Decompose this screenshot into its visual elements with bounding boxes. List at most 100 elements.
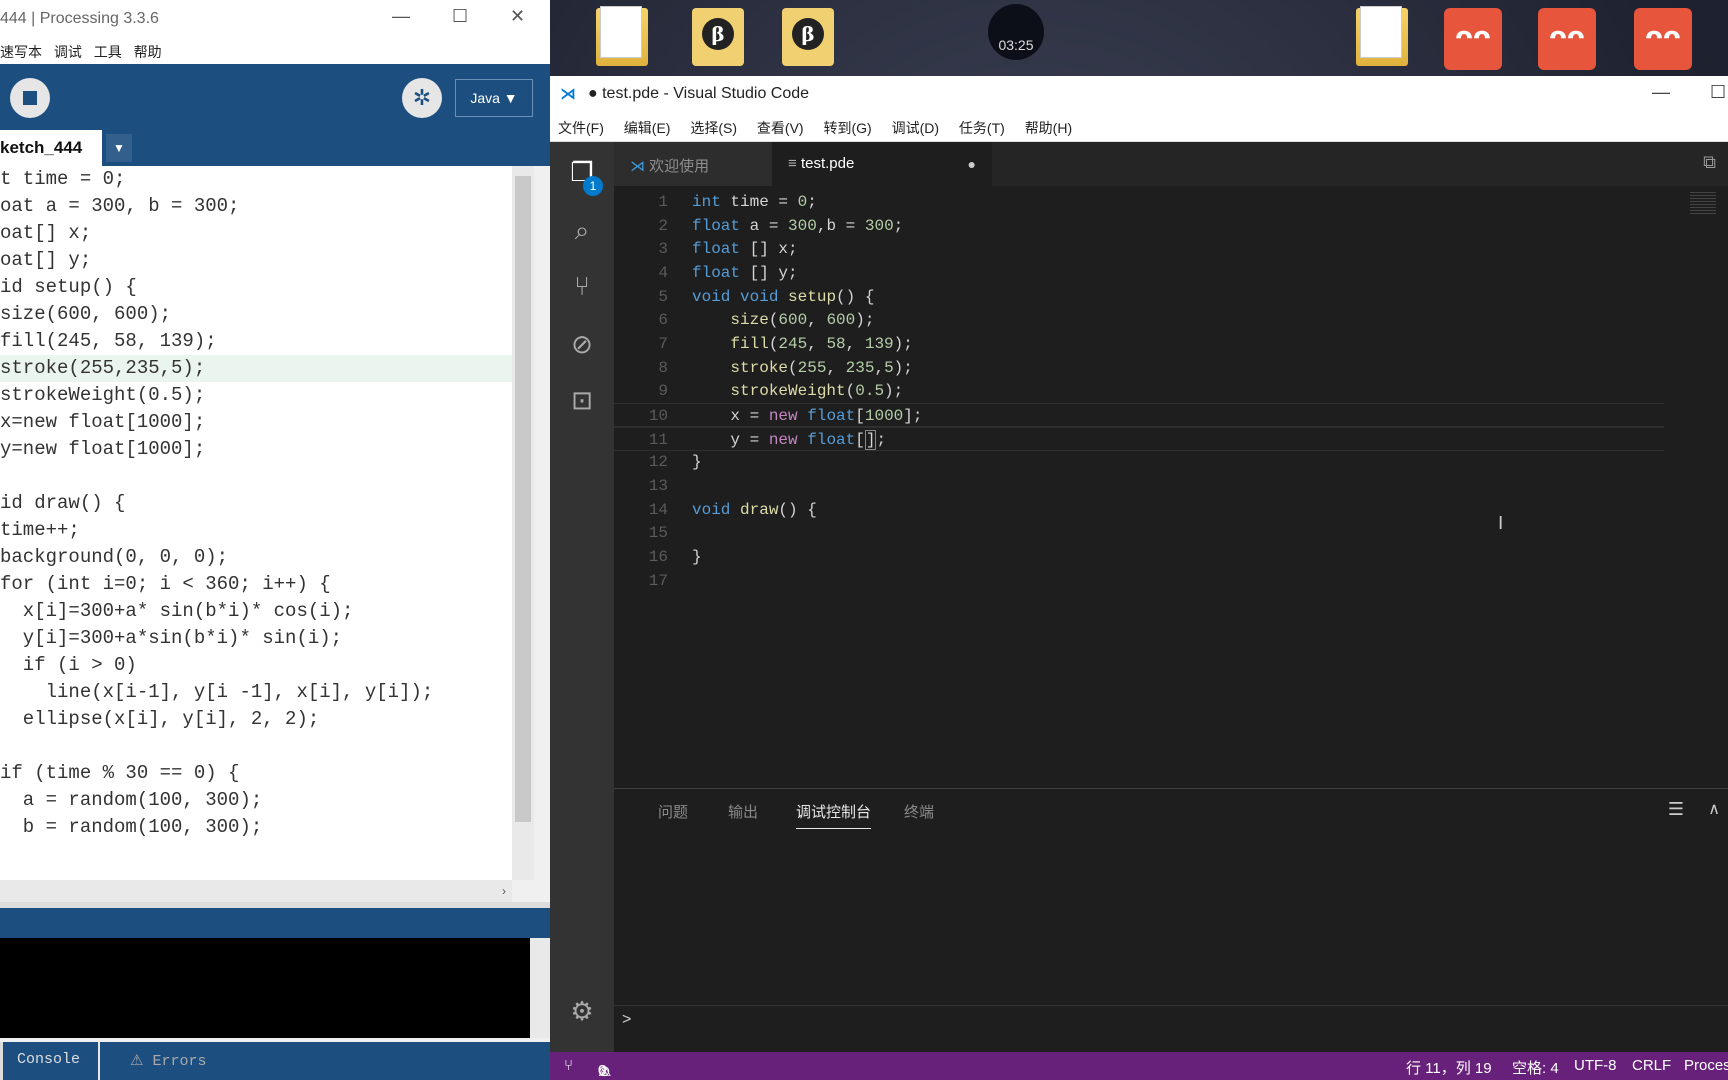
maximize-icon[interactable]: ☐ xyxy=(1710,82,1726,103)
vscode-small-icon: ⋊ xyxy=(630,158,645,175)
minimize-icon[interactable]: — xyxy=(392,6,410,27)
processing-tabbar: ketch_444 ▼ xyxy=(0,130,550,166)
tab-test-pde[interactable]: ≡ test.pde ● xyxy=(772,142,992,186)
extensions-icon[interactable]: ⊡ xyxy=(550,372,614,428)
debug-icon[interactable]: ⊘ xyxy=(550,316,614,372)
code-line: oat a = 300, b = 300; xyxy=(0,195,240,217)
line-ending[interactable]: CRLF xyxy=(1632,1057,1671,1074)
code-line: id setup() { xyxy=(0,276,137,298)
debugger-button[interactable]: ✲ xyxy=(402,78,442,118)
menu-tasks[interactable]: 任务(T) xyxy=(959,120,1005,136)
tab-output[interactable]: 输出 xyxy=(728,801,758,822)
scrollbar-thumb[interactable] xyxy=(515,176,531,822)
code-line: y[i]=300+a*sin(b*i)* sin(i); xyxy=(0,627,343,649)
maximize-icon[interactable]: ☐ xyxy=(452,6,468,27)
line-number: 12 xyxy=(648,453,668,471)
reader-desktop-icon[interactable]: ᴖᴖ xyxy=(1634,8,1692,70)
menu-selection[interactable]: 选择(S) xyxy=(690,120,737,136)
code-line: size(600, 600); xyxy=(0,303,172,325)
butterfly-icon: ✲ xyxy=(412,85,432,110)
settings-gear-icon[interactable]: ⚙ xyxy=(550,996,614,1027)
minimap[interactable] xyxy=(1690,192,1716,216)
vscode-titlebar: ⋊ ● test.pde - Visual Studio Code — ☐ xyxy=(550,76,1728,112)
menu-debug[interactable]: 调试 xyxy=(54,44,82,60)
tab-file-label: test.pde xyxy=(800,155,855,172)
reader-desktop-icon[interactable]: ᴖᴖ xyxy=(1538,8,1596,70)
code-line: 15 xyxy=(614,521,1664,545)
menu-help[interactable]: 帮助(H) xyxy=(1025,120,1072,136)
errors-tab-label: Errors xyxy=(152,1053,207,1070)
editor-tabbar: ⋊ 欢迎使用 ≡ test.pde ● ⧉ xyxy=(614,142,1728,186)
explorer-icon[interactable]: ❐ 1 xyxy=(550,144,614,200)
clear-console-icon[interactable]: ☰ xyxy=(1668,799,1684,820)
menu-tools[interactable]: 工具 xyxy=(94,44,122,60)
code-line: oat[] x; xyxy=(0,222,92,244)
mode-selector[interactable]: Java ▼ xyxy=(455,79,533,117)
beta-app-desktop-icon[interactable]: β xyxy=(692,8,744,66)
tab-problems[interactable]: 问题 xyxy=(658,801,688,822)
code-line: strokeWeight(0.5); xyxy=(0,384,206,406)
console-output xyxy=(0,938,530,1038)
debug-console-prompt[interactable]: > xyxy=(622,1011,631,1029)
open-preview-icon[interactable]: ⧉ xyxy=(1703,152,1716,173)
unsaved-dot-icon[interactable]: ● xyxy=(968,156,976,172)
tab-terminal[interactable]: 终端 xyxy=(904,801,934,822)
folder-desktop-icon[interactable] xyxy=(1356,6,1408,66)
code-line: background(0, 0, 0); xyxy=(0,546,229,568)
folder-desktop-icon[interactable] xyxy=(596,6,648,66)
cursor-position[interactable]: 行 11，列 19 xyxy=(1406,1057,1492,1078)
stop-button[interactable] xyxy=(10,78,50,118)
processing-code-editor[interactable]: t time = 0; oat a = 300, b = 300; oat[] … xyxy=(0,166,512,880)
minimize-icon[interactable]: — xyxy=(1652,82,1670,103)
code-editor[interactable]: 1 int time = 0; 2 float a = 300,b = 300; 3… xyxy=(614,186,1728,786)
reader-desktop-icon[interactable]: ᴖᴖ xyxy=(1444,8,1502,70)
source-control-icon[interactable]: ⑂ xyxy=(550,258,614,314)
line-number: 10 xyxy=(648,407,668,425)
encoding[interactable]: UTF-8 xyxy=(1574,1057,1617,1074)
git-branch-icon[interactable]: ⑂ xyxy=(564,1057,573,1074)
menu-view[interactable]: 查看(V) xyxy=(757,120,804,136)
line-number: 17 xyxy=(648,572,668,590)
code-line: 9 strokeWeight(0.5); xyxy=(614,379,1664,403)
menu-sketch[interactable]: 速写本 xyxy=(0,44,42,60)
close-icon[interactable]: ✕ xyxy=(510,6,525,27)
console-tab[interactable]: Console xyxy=(0,1042,100,1080)
menu-debug[interactable]: 调试(D) xyxy=(892,120,939,136)
tab-menu-button[interactable]: ▼ xyxy=(106,134,132,162)
scroll-right-icon[interactable]: › xyxy=(502,884,506,898)
code-line: ellipse(x[i], y[i], 2, 2); xyxy=(0,708,320,730)
line-number: 8 xyxy=(658,359,668,377)
language-mode[interactable]: Proces xyxy=(1684,1057,1728,1074)
tab-welcome[interactable]: ⋊ 欢迎使用 xyxy=(614,142,772,186)
editor-console-divider[interactable] xyxy=(0,902,550,938)
menu-help[interactable]: 帮助 xyxy=(134,44,162,60)
tab-debug-console[interactable]: 调试控制台 xyxy=(796,801,872,829)
errors-tab[interactable]: ⚠ Errors xyxy=(110,1042,206,1080)
maximize-panel-icon[interactable]: ∧ xyxy=(1708,799,1720,819)
editor-vertical-scrollbar[interactable] xyxy=(512,166,534,880)
code-line: 1 int time = 0; xyxy=(614,190,1664,214)
beta-app-desktop-icon[interactable]: β xyxy=(782,8,834,66)
search-icon[interactable]: ⌕ xyxy=(550,202,614,258)
indentation[interactable]: 空格: 4 xyxy=(1512,1057,1559,1078)
line-number: 2 xyxy=(658,217,668,235)
code-line: time++; xyxy=(0,519,80,541)
sketch-tab[interactable]: ketch_444 xyxy=(0,130,102,166)
console-scrollbar[interactable] xyxy=(530,938,550,1038)
menu-file[interactable]: 文件(F) xyxy=(558,120,604,136)
processing-bottom-tabs: Console ⚠ Errors xyxy=(0,1042,550,1080)
line-number: 6 xyxy=(658,311,668,329)
code-line: 16} xyxy=(614,545,1664,569)
code-line: t time = 0; xyxy=(0,168,126,190)
code-line: 17 xyxy=(614,569,1664,593)
editor-horizontal-scrollbar[interactable]: › xyxy=(0,880,512,902)
line-number: 1 xyxy=(658,193,668,211)
code-line: fill(245, 58, 139); xyxy=(0,330,217,352)
status-bar: ⑂ ⊗ 0 ⚠ 0 行 11，列 19 空格: 4 UTF-8 CRLF Pro… xyxy=(550,1052,1728,1080)
menu-goto[interactable]: 转到(G) xyxy=(823,120,871,136)
code-line-current: stroke(255,235,5); xyxy=(0,355,512,382)
menu-edit[interactable]: 编辑(E) xyxy=(624,120,671,136)
